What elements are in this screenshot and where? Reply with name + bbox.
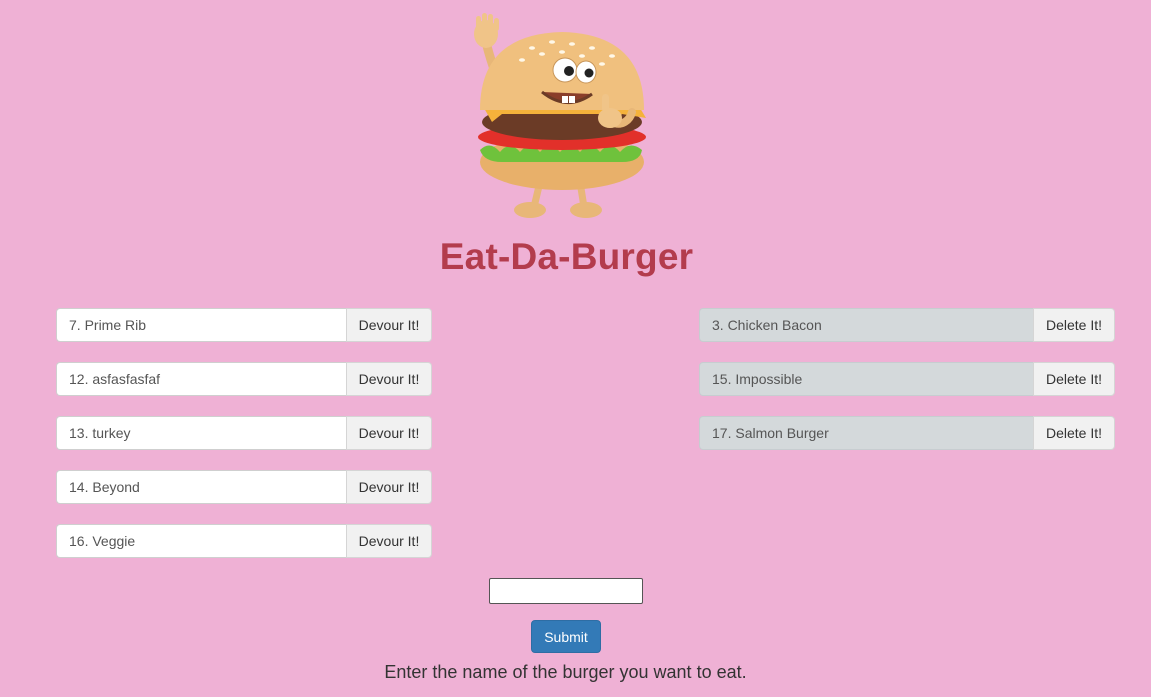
page-title: Eat-Da-Burger — [439, 236, 694, 277]
burger-name: 14. Beyond — [56, 470, 346, 504]
devoured-burger-name: 3. Chicken Bacon — [699, 308, 1033, 342]
burger-name: 12. asfasfasfaf — [56, 362, 346, 396]
devour-button[interactable]: Devour It! — [346, 416, 432, 450]
devoured-row: 17. Salmon Burger Delete It! — [699, 416, 1115, 450]
delete-button[interactable]: Delete It! — [1033, 362, 1115, 396]
devoured-row: 15. Impossible Delete It! — [699, 362, 1115, 396]
uneaten-burger-list: 7. Prime Rib Devour It! 12. asfasfasfaf … — [56, 308, 432, 578]
page: Eat-Da-Burger 7. Prime Rib Devour It! 12… — [0, 0, 1151, 697]
burger-name: 16. Veggie — [56, 524, 346, 558]
devoured-burger-list: 3. Chicken Bacon Delete It! 15. Impossib… — [699, 308, 1115, 470]
burger-mascot-icon — [474, 13, 646, 218]
burger-name: 7. Prime Rib — [56, 308, 346, 342]
devoured-burger-name: 17. Salmon Burger — [699, 416, 1033, 450]
burger-name-input[interactable] — [489, 578, 643, 604]
burger-row: 14. Beyond Devour It! — [56, 470, 432, 504]
instructions-text: Enter the name of the burger you want to… — [384, 662, 747, 682]
devoured-burger-name: 15. Impossible — [699, 362, 1033, 396]
devour-button[interactable]: Devour It! — [346, 308, 432, 342]
devour-button[interactable]: Devour It! — [346, 524, 432, 558]
burger-row: 13. turkey Devour It! — [56, 416, 432, 450]
delete-button[interactable]: Delete It! — [1033, 416, 1115, 450]
devoured-row: 3. Chicken Bacon Delete It! — [699, 308, 1115, 342]
submit-button[interactable]: Submit — [531, 620, 601, 653]
burger-row: 16. Veggie Devour It! — [56, 524, 432, 558]
delete-button[interactable]: Delete It! — [1033, 308, 1115, 342]
devour-button[interactable]: Devour It! — [346, 470, 432, 504]
burger-row: 12. asfasfasfaf Devour It! — [56, 362, 432, 396]
burger-name: 13. turkey — [56, 416, 346, 450]
devour-button[interactable]: Devour It! — [346, 362, 432, 396]
burger-row: 7. Prime Rib Devour It! — [56, 308, 432, 342]
